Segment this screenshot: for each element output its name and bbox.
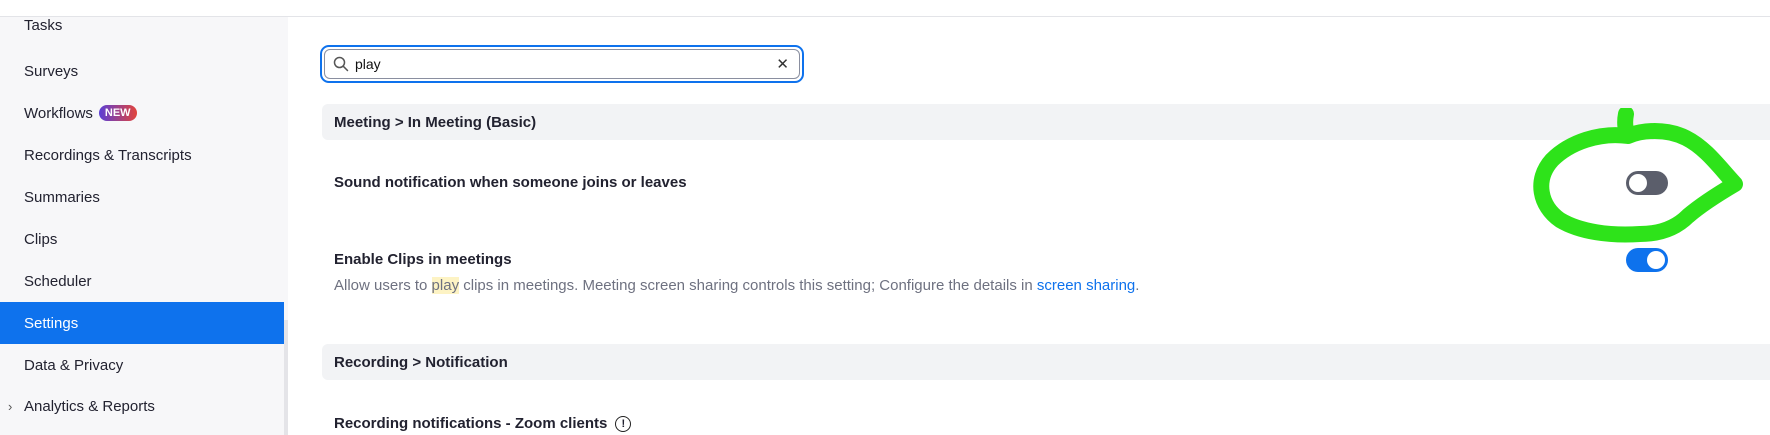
sidebar-item-clips[interactable]: Clips: [0, 218, 284, 260]
sidebar-item-summaries[interactable]: Summaries: [0, 176, 284, 218]
setting-title: Recording notifications - Zoom clients!: [334, 415, 632, 433]
settings-search: ✕: [320, 45, 804, 83]
toggle-knob: [1647, 251, 1665, 269]
sidebar: Tasks Surveys Workflows NEW Recordings &…: [0, 17, 288, 435]
sidebar-item-scheduler[interactable]: Scheduler: [0, 260, 284, 302]
setting-description: Allow users to play clips in meetings. M…: [334, 277, 1139, 294]
setting-title-text: Recording notifications - Zoom clients: [334, 415, 608, 432]
sidebar-item-data-privacy[interactable]: Data & Privacy: [0, 344, 284, 386]
sidebar-item-label: Workflows: [24, 104, 93, 122]
join-leave-sound-toggle[interactable]: [1626, 171, 1668, 195]
sidebar-item-label: Data & Privacy: [24, 356, 124, 374]
setting-title: Enable Clips in meetings: [334, 251, 512, 268]
info-icon[interactable]: !: [615, 416, 632, 433]
search-box: ✕: [324, 49, 800, 79]
desc-text: Allow users to: [334, 277, 432, 294]
sidebar-item-label: Clips: [24, 230, 58, 248]
search-icon: [333, 56, 349, 72]
sidebar-item-surveys[interactable]: Surveys: [0, 50, 284, 92]
enable-clips-toggle[interactable]: [1626, 248, 1668, 272]
top-bar: [0, 0, 1770, 17]
search-input[interactable]: [349, 55, 777, 73]
desc-text: .: [1135, 277, 1140, 294]
sidebar-item-label: Surveys: [24, 62, 79, 80]
section-header: Meeting > In Meeting (Basic): [322, 104, 1770, 140]
sidebar-item-label: Tasks: [24, 17, 63, 34]
sidebar-item-label: Scheduler: [24, 272, 92, 290]
search-highlight: play: [431, 277, 460, 294]
sidebar-item-label: Summaries: [24, 188, 100, 206]
close-icon[interactable]: ✕: [776, 55, 789, 73]
sidebar-item-settings[interactable]: Settings: [0, 302, 284, 344]
sidebar-item-label: Settings: [24, 314, 79, 332]
sidebar-item-label: Recordings & Transcripts: [24, 146, 192, 164]
sidebar-item-analytics[interactable]: › Analytics & Reports: [0, 385, 284, 427]
chevron-right-icon[interactable]: ›: [8, 399, 12, 414]
sidebar-scrollbar[interactable]: [284, 320, 288, 435]
sidebar-item-tasks[interactable]: Tasks: [0, 17, 284, 39]
new-badge: NEW: [98, 105, 137, 121]
setting-title: Sound notification when someone joins or…: [334, 174, 687, 191]
sidebar-item-label: Analytics & Reports: [24, 397, 155, 415]
screen-sharing-link[interactable]: screen sharing: [1037, 277, 1135, 294]
sidebar-item-workflows[interactable]: Workflows NEW: [0, 92, 284, 134]
section-header: Recording > Notification: [322, 344, 1770, 380]
sidebar-item-recordings[interactable]: Recordings & Transcripts: [0, 134, 284, 176]
toggle-knob: [1629, 174, 1647, 192]
desc-text: clips in meetings. Meeting screen sharin…: [459, 277, 1037, 294]
